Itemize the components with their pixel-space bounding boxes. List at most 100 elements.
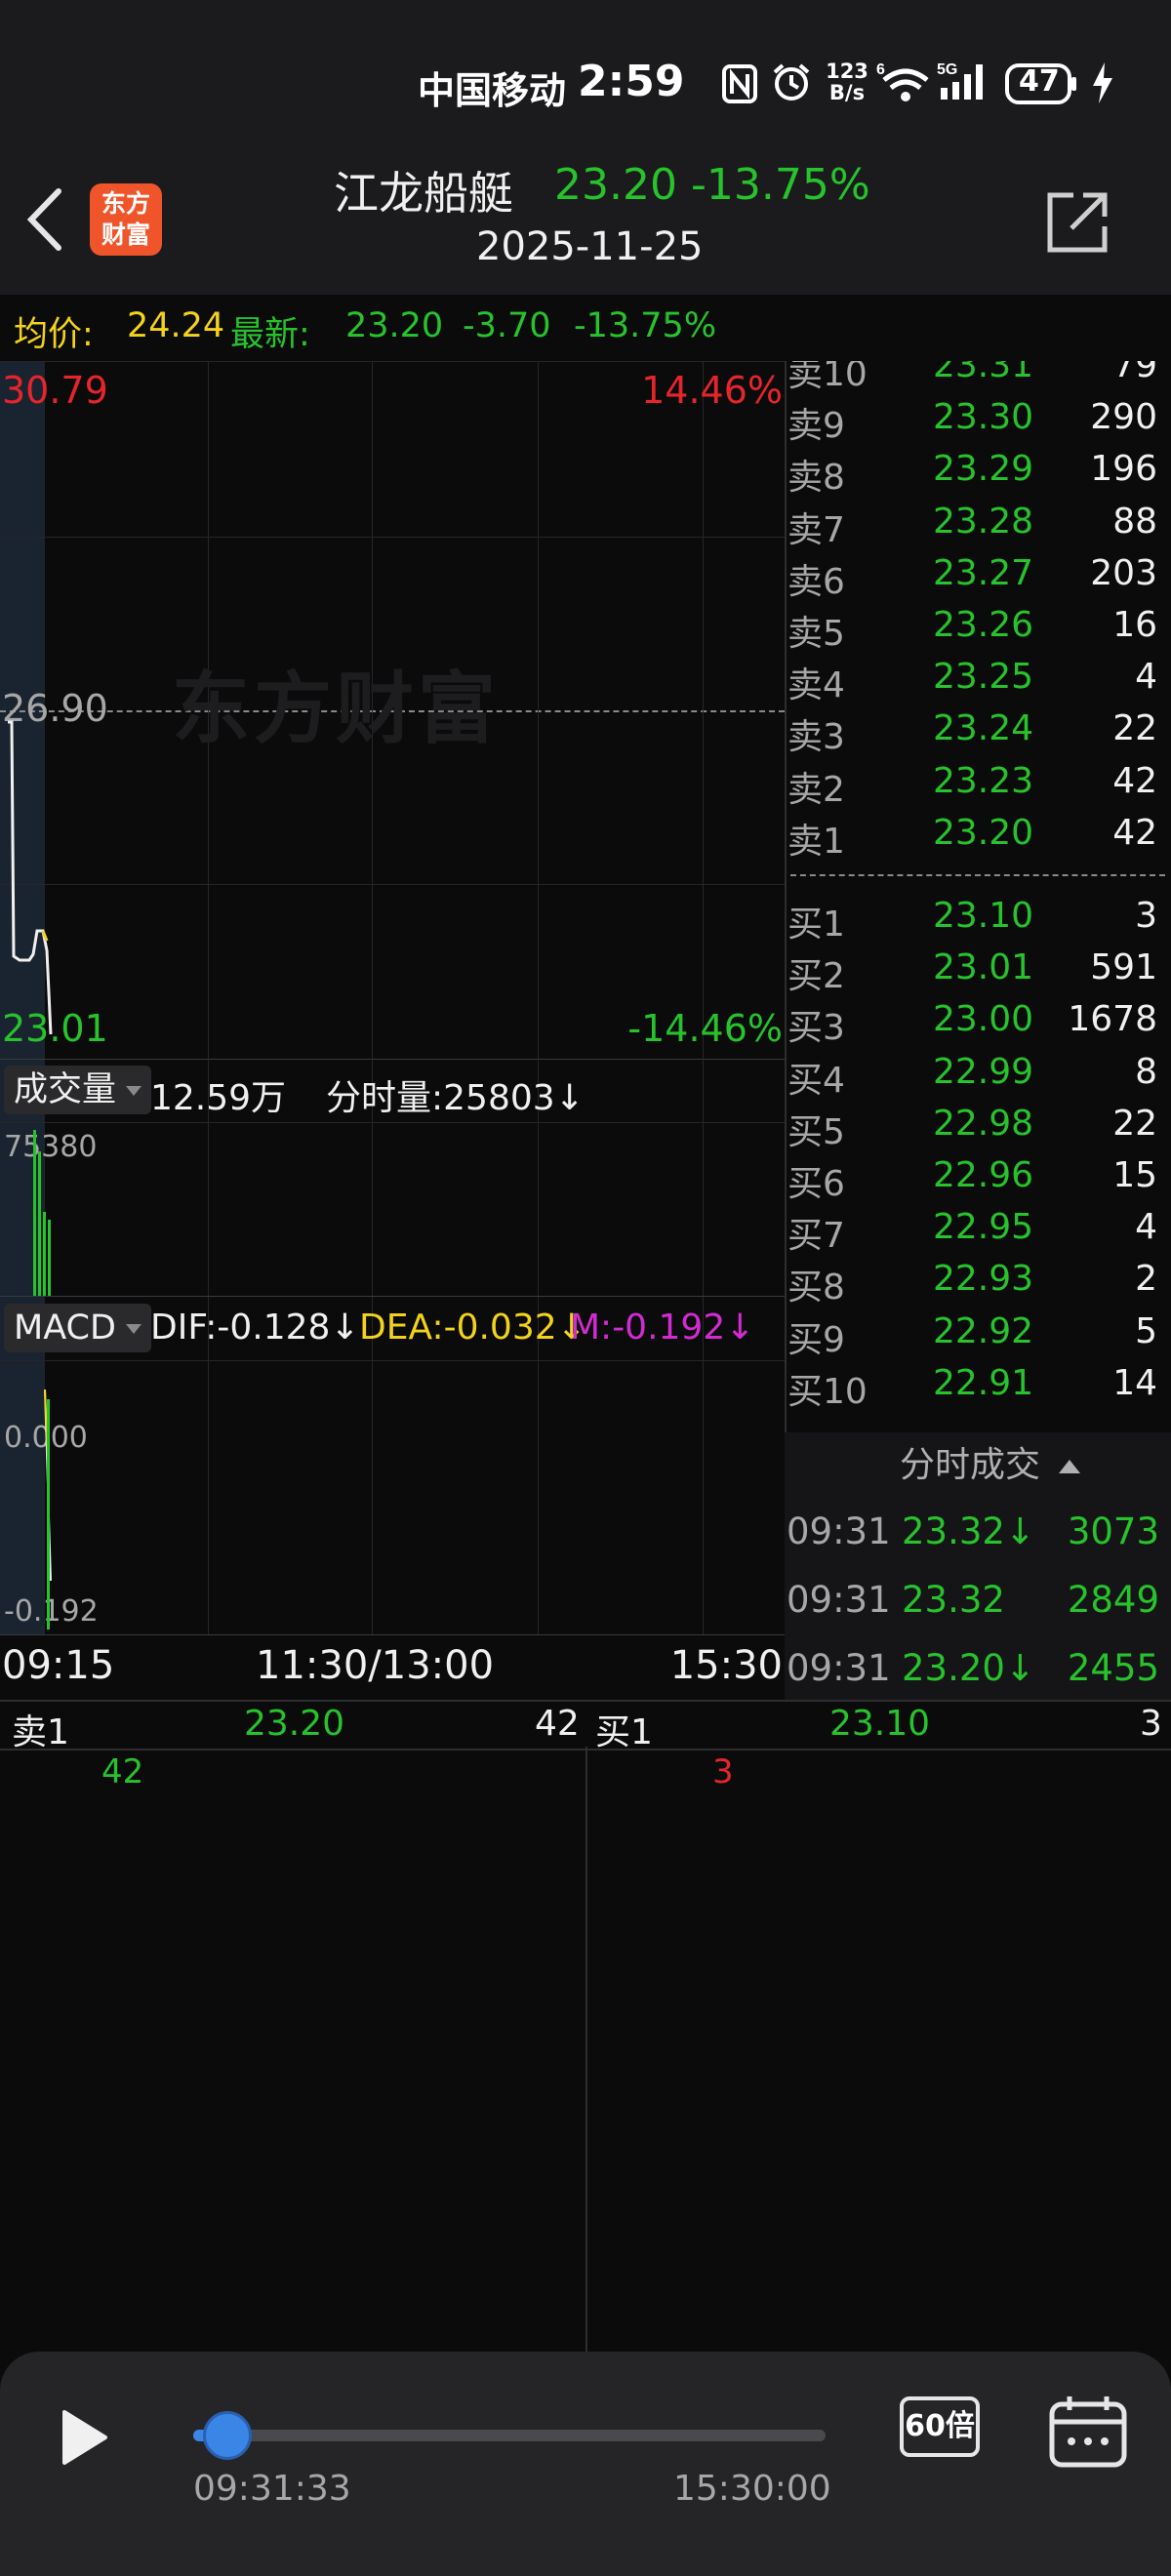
ask-level-label: 卖4	[787, 665, 845, 706]
ask-row[interactable]: 卖7 23.28 88	[785, 502, 1165, 552]
svg-text:5G: 5G	[937, 61, 957, 78]
bid-price: 23.00	[933, 999, 1034, 1040]
calendar-icon[interactable]	[1048, 2395, 1128, 2473]
replay-progress-track[interactable]	[193, 2430, 826, 2441]
bid-queue-order: 3	[712, 1752, 734, 1791]
macd-m: M:-0.192↓	[570, 1308, 755, 1348]
intraday-chart-area[interactable]: 东方财富 30.79 14.46% 26.90 23.01 -14.46% 成交…	[0, 361, 785, 1700]
bid-row[interactable]: 买9 22.92 5	[785, 1311, 1165, 1362]
stock-header: 东方 财富 江龙船艇 23.20 -13.75% 2025-11-25	[0, 146, 1171, 295]
ask-level-label: 卖1	[787, 821, 845, 862]
ask-volume: 42	[1112, 760, 1157, 801]
ask-volume: 22	[1112, 708, 1157, 749]
trade-time: 09:31	[787, 1579, 891, 1621]
level1-bid-label: 买1	[595, 1712, 653, 1752]
macd-indicator-selector[interactable]: MACD	[4, 1304, 151, 1352]
bid-level-label: 买3	[787, 1008, 845, 1049]
bid-price: 22.93	[933, 1259, 1034, 1300]
bid-price: 23.01	[933, 947, 1034, 988]
ask-volume: 290	[1090, 397, 1157, 438]
ask-row[interactable]: 卖3 23.24 22	[785, 708, 1165, 759]
stock-price: 23.20	[554, 160, 677, 210]
ask-price: 23.23	[933, 760, 1034, 801]
bid-level-label: 买7	[787, 1216, 845, 1257]
ask-row[interactable]: 卖8 23.29 196	[785, 449, 1165, 500]
ask-price: 23.29	[933, 449, 1034, 490]
bid-volume: 2	[1135, 1259, 1157, 1300]
grid-line	[0, 537, 785, 538]
tick-trades-panel[interactable]: 分时成交 09:31 23.32↓ 3073 09:31 23.32 2849 09:31 2…	[785, 1432, 1171, 1700]
bid-price: 22.96	[933, 1155, 1034, 1195]
ask-level-label: 卖6	[787, 561, 845, 602]
bid-row[interactable]: 买5 22.98 22	[785, 1104, 1165, 1154]
pct-axis-min: -14.46%	[627, 1007, 783, 1050]
ask-price: 23.25	[933, 657, 1034, 698]
volume-indicator-selector[interactable]: 成交量	[4, 1066, 152, 1114]
ask-row[interactable]: 卖4 23.25 4	[785, 657, 1165, 707]
bid-price: 22.99	[933, 1051, 1034, 1092]
macd-dea: DEA:-0.032↓	[359, 1308, 586, 1348]
replay-progress-thumb[interactable]	[203, 2411, 253, 2460]
bid-row[interactable]: 买2 23.01 591	[785, 947, 1165, 998]
order-book[interactable]: 卖10 23.31 79 卖9 23.30 290 卖8 23.29 196 卖7 23.28 88 卖…	[785, 361, 1171, 1432]
queue-divider	[586, 1747, 587, 2352]
stock-change-pct: -13.75%	[691, 160, 870, 210]
app-logo: 东方 财富	[90, 183, 162, 256]
bid-row[interactable]: 买4 22.99 8	[785, 1052, 1165, 1103]
panel-divider	[0, 1059, 785, 1060]
ask-level-label: 卖7	[787, 509, 845, 550]
speed-label: 60倍	[905, 2409, 975, 2443]
share-icon[interactable]	[1044, 189, 1110, 260]
caret-up-icon	[1059, 1460, 1081, 1473]
panel-divider	[0, 1296, 785, 1297]
macd-selector-label: MACD	[14, 1308, 116, 1348]
ask-row[interactable]: 卖1 23.20 42	[785, 813, 1165, 864]
ask-volume: 196	[1090, 449, 1157, 490]
ask-row[interactable]: 卖6 23.27 203	[785, 553, 1165, 604]
trade-date[interactable]: 2025-11-25	[476, 224, 703, 269]
bid-row[interactable]: 买3 23.00 1678	[785, 999, 1165, 1050]
battery-level: 47	[1019, 64, 1060, 99]
bid-level-label: 买2	[787, 956, 845, 997]
replay-end-time: 15:30:00	[673, 2469, 831, 2509]
tick-trade-row: 09:31 23.20↓ 2455	[785, 1647, 1165, 1706]
bid-level-label: 买1	[787, 905, 845, 945]
bid-level-label: 买10	[787, 1371, 868, 1412]
ask-row[interactable]: 卖10 23.31 79	[785, 361, 1165, 396]
trade-price: 23.20↓	[902, 1647, 1035, 1689]
ask-volume: 79	[1112, 361, 1157, 385]
speed-button[interactable]: 60倍	[900, 2396, 980, 2457]
bid-row[interactable]: 买6 22.96 15	[785, 1155, 1165, 1206]
bid-row[interactable]: 买10 22.91 14	[785, 1363, 1165, 1414]
back-button[interactable]	[21, 185, 68, 258]
tick-trades-title[interactable]: 分时成交	[900, 1436, 1081, 1487]
grid-line	[0, 1360, 785, 1361]
logo-text-1: 东方	[101, 189, 150, 218]
play-button[interactable]	[57, 2406, 111, 2473]
charging-icon	[1093, 62, 1112, 107]
ask-price: 23.30	[933, 397, 1034, 438]
bid-row[interactable]: 买7 22.95 4	[785, 1207, 1165, 1258]
ask-row[interactable]: 卖5 23.26 16	[785, 605, 1165, 656]
ask-row[interactable]: 卖2 23.23 42	[785, 761, 1165, 812]
time-axis-mid: 11:30/13:00	[256, 1643, 495, 1688]
latest-change-pct: -13.75%	[574, 306, 717, 345]
trade-volume: 2849	[1067, 1579, 1159, 1621]
level1-bid-price: 23.10	[829, 1704, 931, 1744]
logo-text-2: 财富	[101, 221, 150, 249]
tick-trades-title-text: 分时成交	[900, 1445, 1041, 1485]
bid-row[interactable]: 买1 23.10 3	[785, 896, 1165, 946]
level1-ask-vol: 42	[535, 1704, 580, 1744]
alarm-icon	[771, 62, 812, 107]
bid-price: 22.92	[933, 1310, 1034, 1351]
net-speed-unit: B/s	[828, 81, 866, 104]
ask-volume: 88	[1112, 501, 1157, 542]
bid-volume: 591	[1090, 947, 1157, 988]
bid-volume: 22	[1112, 1103, 1157, 1144]
ask-level-label: 卖8	[787, 458, 845, 499]
ask-row[interactable]: 卖9 23.30 290	[785, 397, 1165, 448]
time-axis-start: 09:15	[2, 1643, 115, 1688]
macd-lines	[44, 1389, 52, 1630]
bid-row[interactable]: 买8 22.93 2	[785, 1259, 1165, 1309]
level1-quote-row: 卖1 23.20 42 买1 23.10 3	[0, 1700, 1171, 1752]
